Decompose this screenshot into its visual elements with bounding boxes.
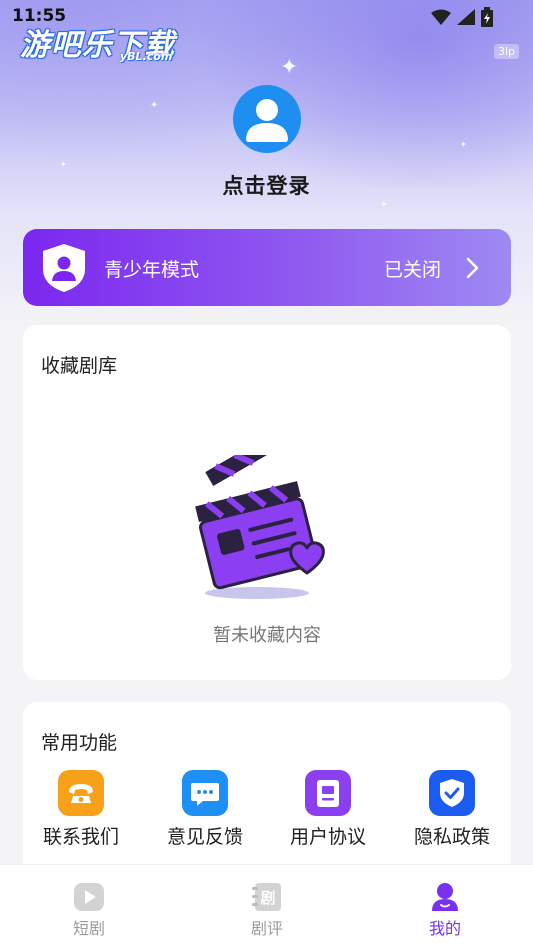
svg-text:剧: 剧 bbox=[260, 889, 275, 907]
tab-review-label: 剧评 bbox=[250, 919, 283, 938]
battery-icon bbox=[481, 7, 493, 27]
shield-check-icon bbox=[429, 770, 475, 816]
tab-mine[interactable]: 我的 bbox=[356, 865, 533, 948]
contact-us-label: 联系我们 bbox=[42, 826, 119, 848]
favorites-empty-text: 暂未收藏内容 bbox=[213, 625, 321, 646]
user-agreement-button[interactable]: 用户协议 bbox=[278, 770, 378, 849]
functions-title: 常用功能 bbox=[41, 732, 118, 754]
user-icon bbox=[246, 99, 288, 142]
profile-icon bbox=[432, 883, 458, 911]
status-icons bbox=[431, 7, 493, 27]
favorites-card: 收藏剧库 暂未收藏内容 bbox=[23, 325, 511, 680]
youth-mode-label: 青少年模式 bbox=[104, 259, 200, 281]
sparkle-icon: ✦ bbox=[150, 100, 159, 111]
tab-short-drama-label: 短剧 bbox=[72, 919, 105, 938]
document-icon bbox=[305, 770, 351, 816]
privacy-policy-button[interactable]: 隐私政策 bbox=[402, 770, 502, 849]
clapperboard-icon bbox=[195, 455, 325, 599]
user-agreement-label: 用户协议 bbox=[289, 826, 366, 848]
avatar[interactable] bbox=[233, 85, 301, 153]
review-icon: 剧 bbox=[252, 883, 281, 911]
youth-shield-icon bbox=[43, 244, 85, 292]
watermark-domain: yBL.com bbox=[120, 50, 173, 63]
sparkle-icon: ✦ bbox=[380, 200, 388, 210]
signal-icon bbox=[457, 9, 475, 25]
contact-us-button[interactable]: 联系我们 bbox=[31, 770, 131, 849]
bottom-tab-bar: 短剧 剧 剧评 我的 bbox=[0, 864, 533, 948]
youth-mode-row[interactable]: 青少年模式 已关闭 bbox=[23, 229, 511, 306]
sparkle-icon: ✦ bbox=[280, 55, 299, 80]
sparkle-icon: ✦ bbox=[460, 140, 467, 149]
wifi-icon bbox=[431, 9, 451, 25]
tab-review[interactable]: 剧 剧评 bbox=[178, 865, 356, 948]
tab-short-drama[interactable]: 短剧 bbox=[0, 865, 178, 948]
feedback-button[interactable]: 意见反馈 bbox=[155, 770, 255, 849]
privacy-policy-label: 隐私政策 bbox=[413, 826, 490, 848]
feedback-label: 意见反馈 bbox=[166, 826, 243, 848]
login-button[interactable]: 点击登录 bbox=[0, 170, 533, 200]
chat-icon bbox=[182, 770, 228, 816]
play-icon bbox=[74, 883, 104, 911]
phone-icon bbox=[58, 770, 104, 816]
corner-tag: 3lp bbox=[493, 44, 519, 59]
chevron-right-icon bbox=[466, 257, 479, 279]
tab-mine-label: 我的 bbox=[428, 919, 461, 938]
favorites-title: 收藏剧库 bbox=[41, 355, 118, 377]
youth-mode-status: 已关闭 bbox=[383, 259, 441, 281]
sparkle-icon: ✦ bbox=[60, 160, 67, 169]
